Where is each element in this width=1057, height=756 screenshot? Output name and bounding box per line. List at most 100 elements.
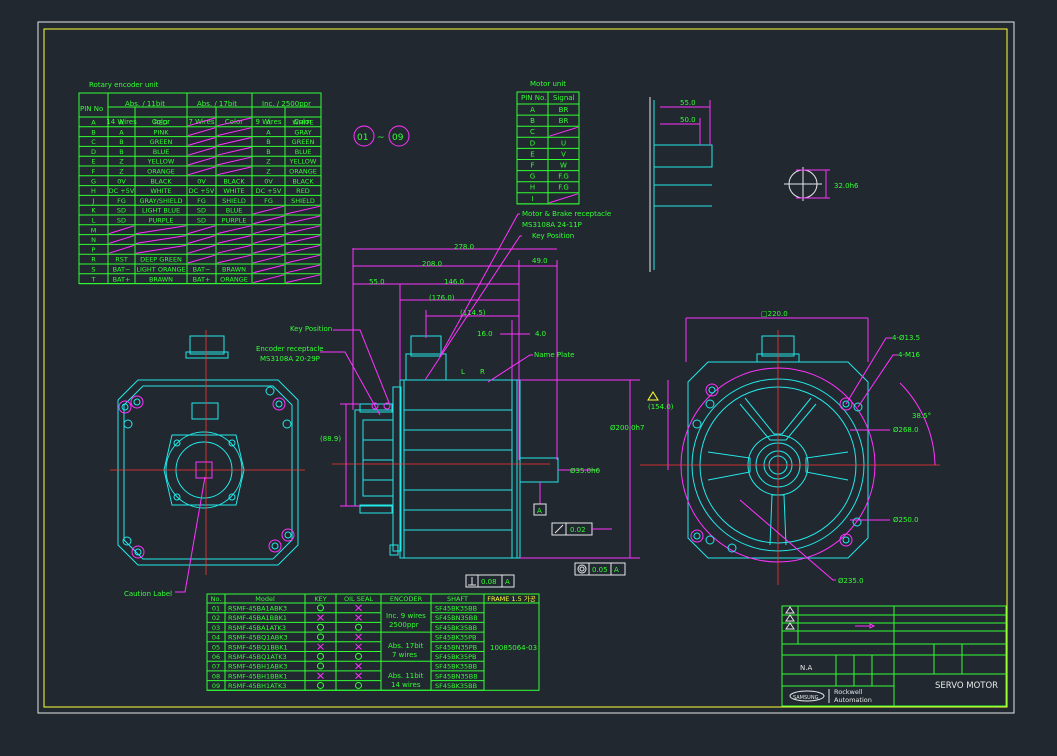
mark-cross bbox=[317, 643, 324, 650]
encoder-cell: R bbox=[91, 256, 96, 264]
encoder-table: Rotary encoder unit PIN No Abs. / 11bit … bbox=[78, 81, 322, 285]
empty-cell-mark bbox=[187, 127, 216, 137]
encoder-cell: SD bbox=[197, 207, 206, 215]
empty-cell-mark bbox=[187, 254, 216, 264]
encoder-cell: B bbox=[266, 148, 270, 156]
mark-cross bbox=[355, 662, 362, 670]
mark-circle bbox=[317, 633, 324, 641]
shaft-detail: 55.0 50.0 32.0h6 bbox=[649, 97, 859, 272]
encoder-cell: N bbox=[91, 236, 96, 244]
empty-cell-mark bbox=[216, 156, 252, 166]
datum-a: A bbox=[537, 507, 542, 515]
empty-cell-mark bbox=[252, 215, 285, 225]
motor-cell: W bbox=[560, 162, 567, 170]
key-position-label: Key Position bbox=[290, 325, 332, 333]
encoder-cell: BLUE bbox=[153, 148, 170, 156]
dim-encoder-height: (88.9) bbox=[320, 435, 341, 443]
motor-table: Motor unit PIN No. Signal A BR B BR CD U E V F W G… bbox=[516, 80, 580, 205]
empty-cell-mark bbox=[108, 244, 135, 254]
encoder-cell: ORANGE bbox=[147, 168, 175, 176]
model-cell: RSMF-45BQ1ABK3 bbox=[228, 634, 288, 642]
encoder-cell: K bbox=[91, 207, 96, 215]
drawing-title: SERVO MOTOR bbox=[935, 681, 998, 691]
encoder-group-2: 7 wires bbox=[392, 651, 417, 659]
empty-cell-mark bbox=[187, 166, 216, 176]
encoder-cell: WHITE bbox=[223, 187, 244, 195]
empty-cell-mark bbox=[252, 235, 285, 244]
encoder-cell: SHIELD bbox=[222, 197, 246, 205]
encoder-cell: LIGHT BLUE bbox=[142, 207, 180, 215]
motor-cell: F bbox=[530, 162, 534, 170]
model-cell: RSMF-45BQ1BBK1 bbox=[228, 643, 288, 651]
empty-cell-mark bbox=[285, 264, 321, 274]
dim-overall-length: 278.0 bbox=[454, 243, 474, 251]
encoder-cell: A bbox=[266, 128, 271, 136]
encoder-cell: BAT− bbox=[193, 266, 211, 274]
dim-4: 4.0 bbox=[535, 330, 546, 338]
title-block: N.A SERVO MOTOR SAMSUNG Rockwell Automat… bbox=[781, 605, 1007, 707]
encoder-cell: GREEN bbox=[292, 138, 315, 146]
encoder-cell: B bbox=[119, 138, 123, 146]
encoder-cell: FG bbox=[117, 197, 126, 205]
motor-signal-header: Signal bbox=[553, 94, 575, 102]
model-cell: RSMF-45BH1BBK1 bbox=[228, 672, 287, 680]
encoder-cell: S bbox=[91, 266, 95, 274]
encoder-group-3: Abs. 11bit bbox=[388, 672, 424, 680]
encoder-cell: BLACK bbox=[292, 177, 314, 185]
model-table: No. Model KEY OIL SEAL ENCODER SHAFT FRAME 1.5… bbox=[206, 593, 540, 691]
name-plate-label: Name Plate bbox=[534, 351, 574, 359]
encoder-cell: FG bbox=[197, 197, 206, 205]
mark-circle bbox=[317, 652, 324, 660]
model-cell: SF45BK35BB bbox=[435, 624, 477, 632]
encoder-group-3: 14 wires bbox=[391, 681, 421, 689]
motor-cell: B bbox=[530, 117, 535, 125]
mark-circle bbox=[317, 604, 324, 612]
encoder-group-1: 2500ppr bbox=[389, 621, 419, 629]
dim-shaft-length: 49.0 bbox=[532, 257, 548, 265]
encoder-cell: FG bbox=[264, 197, 273, 205]
empty-cell-mark bbox=[548, 193, 579, 204]
encoder-cell: GRAY/SHIELD bbox=[139, 197, 182, 205]
motor-cell: A bbox=[530, 106, 535, 114]
empty-cell-mark bbox=[216, 146, 252, 156]
model-cell: RSMF-45BA1BBK1 bbox=[228, 614, 287, 622]
model-cell: SF45BN35BB bbox=[435, 672, 478, 680]
front-view: □220.0 4-Ø13.5 4-M16 Ø268.0 Ø250.0 Ø235.… bbox=[640, 310, 940, 585]
encoder-cell: RED bbox=[154, 119, 168, 127]
company-line1: Rockwell bbox=[834, 688, 863, 696]
motor-cell: C bbox=[530, 128, 535, 136]
encoder-cell: B bbox=[91, 128, 95, 136]
empty-cell-mark bbox=[252, 205, 285, 215]
model-header: OIL SEAL bbox=[344, 595, 373, 603]
encoder-cell: BLACK bbox=[223, 177, 245, 185]
dim-shaft-dia: Ø35.0h6 bbox=[570, 467, 601, 475]
model-cell: 06 bbox=[212, 653, 220, 661]
encoder-cell: SHIELD bbox=[291, 197, 315, 205]
empty-cell-mark bbox=[285, 225, 321, 235]
model-header: Model bbox=[255, 595, 275, 603]
motor-cell: I bbox=[531, 195, 533, 203]
motor-cell: D bbox=[530, 139, 535, 147]
encoder-cell: Z bbox=[266, 158, 271, 166]
encoder-cell: A bbox=[119, 128, 124, 136]
encoder-cell: SD bbox=[197, 217, 206, 225]
empty-cell-mark bbox=[187, 225, 216, 235]
mark-cross bbox=[317, 672, 324, 679]
encoder-cell: A bbox=[119, 119, 124, 127]
encoder-cell: Z bbox=[266, 168, 271, 176]
shaft-dim-key: 50.0 bbox=[680, 116, 696, 124]
encoder-cell: BAT− bbox=[113, 266, 131, 274]
model-cell: 08 bbox=[212, 672, 220, 680]
model-cell: RSMF-45BH1ABK3 bbox=[228, 663, 287, 671]
encoder-cell: DC +5V bbox=[256, 187, 282, 195]
motor-pin-header: PIN No. bbox=[521, 94, 546, 102]
model-cell: RSMF-45BQ1ATK3 bbox=[228, 653, 287, 661]
empty-cell-mark bbox=[285, 244, 321, 254]
empty-cell-mark bbox=[187, 156, 216, 166]
mark-cross bbox=[355, 672, 362, 679]
encoder-receptacle-label: Encoder receptacle bbox=[256, 345, 324, 353]
encoder-cell: E bbox=[91, 158, 95, 166]
encoder-cell: PURPLE bbox=[149, 217, 174, 225]
encoder-cell: DC +5V bbox=[189, 187, 215, 195]
encoder-cell: RED bbox=[296, 187, 310, 195]
